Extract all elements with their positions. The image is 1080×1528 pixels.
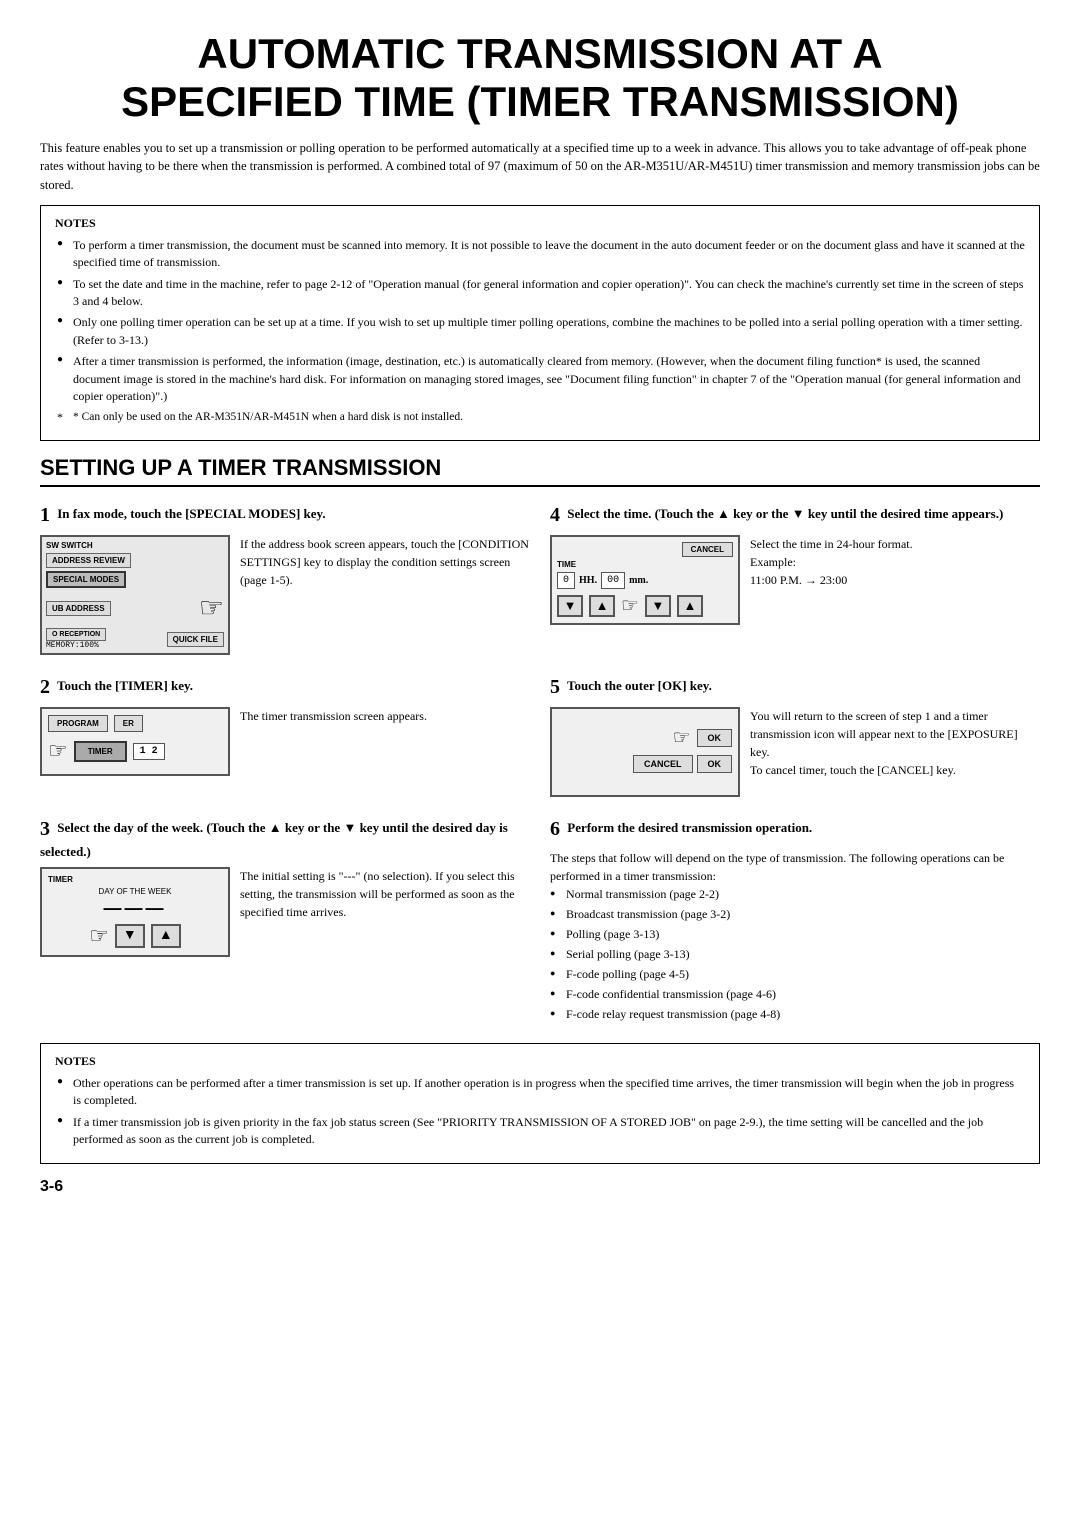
step-3-text: The initial setting is "---" (no selecti… — [240, 867, 530, 921]
up-arrow-btn[interactable]: ▲ — [589, 595, 615, 617]
list-item: Serial polling (page 3-13) — [550, 945, 1040, 963]
section-title: SETTING UP A TIMER TRANSMISSION — [40, 455, 1040, 487]
step-2-text: The timer transmission screen appears. — [240, 707, 530, 725]
step-2: 2 Touch the [TIMER] key. PROGRAM ER ☞ TI… — [40, 673, 530, 797]
dow-panel: TIMER DAY OF THE WEEK ——— ☞ ▼ ▲ — [40, 867, 230, 957]
hand-icon-3: ☞ — [48, 738, 68, 764]
bottom-note-item: Other operations can be performed after … — [55, 1075, 1025, 1110]
timer-panel: PROGRAM ER ☞ TIMER 1 2 — [40, 707, 230, 776]
intro-text: This feature enables you to set up a tra… — [40, 139, 1040, 195]
down-arrow-btn-2[interactable]: ▼ — [645, 595, 671, 617]
list-item: Normal transmission (page 2-2) — [550, 885, 1040, 903]
bottom-notes-list: Other operations can be performed after … — [55, 1075, 1025, 1149]
step-6-header: 6 Perform the desired transmission opera… — [550, 815, 1040, 843]
list-item: Broadcast transmission (page 3-2) — [550, 905, 1040, 923]
title-line2: SPECIFIED TIME (TIMER TRANSMISSION) — [121, 78, 959, 125]
step-5-body: ☞ OK CANCEL OK You will return to the sc… — [550, 707, 1040, 797]
step-4-panel: CANCEL TIME 0 HH. 00 mm. ▼ ▲ ☞ — [550, 535, 740, 625]
bottom-notes-title: NOTES — [55, 1054, 1025, 1069]
step-5: 5 Touch the outer [OK] key. ☞ OK CANCEL … — [550, 673, 1040, 797]
step-1-text: If the address book screen appears, touc… — [240, 535, 530, 589]
hand-icon: ☞ — [199, 591, 224, 625]
fax-panel: SW SWITCH ADDRESS REVIEW SPECIAL MODES U… — [40, 535, 230, 655]
dow-up-btn[interactable]: ▲ — [151, 924, 181, 948]
top-notes-title: NOTES — [55, 216, 1025, 231]
note-item: After a timer transmission is performed,… — [55, 353, 1025, 405]
step-2-header: 2 Touch the [TIMER] key. — [40, 673, 530, 701]
list-item: F-code relay request transmission (page … — [550, 1005, 1040, 1023]
note-item: To set the date and time in the machine,… — [55, 276, 1025, 311]
step-2-panel: PROGRAM ER ☞ TIMER 1 2 — [40, 707, 230, 776]
step-3: 3 Select the day of the week. (Touch the… — [40, 815, 530, 1025]
step-4-text: Select the time in 24-hour format.Exampl… — [750, 535, 1040, 589]
page-title: AUTOMATIC TRANSMISSION AT A SPECIFIED TI… — [40, 30, 1040, 127]
title-line1: AUTOMATIC TRANSMISSION AT A — [197, 30, 882, 77]
note-item: Only one polling timer operation can be … — [55, 314, 1025, 349]
bottom-note-item: If a timer transmission job is given pri… — [55, 1114, 1025, 1149]
steps-container: 1 In fax mode, touch the [SPECIAL MODES]… — [40, 501, 1040, 1043]
step-4-header: 4 Select the time. (Touch the ▲ key or t… — [550, 501, 1040, 529]
note-sub-item: * Can only be used on the AR-M351N/AR-M4… — [55, 409, 1025, 426]
hand-icon-5: ☞ — [89, 923, 109, 949]
hand-icon-2: ☞ — [621, 593, 639, 618]
step-5-panel: ☞ OK CANCEL OK — [550, 707, 740, 797]
list-item: F-code polling (page 4-5) — [550, 965, 1040, 983]
step-6: 6 Perform the desired transmission opera… — [550, 815, 1040, 1025]
step-2-body: PROGRAM ER ☞ TIMER 1 2 The timer transmi… — [40, 707, 530, 776]
cancel-time-panel: CANCEL TIME 0 HH. 00 mm. ▼ ▲ ☞ — [550, 535, 740, 625]
step-3-header: 3 Select the day of the week. (Touch the… — [40, 815, 530, 861]
step-1-body: SW SWITCH ADDRESS REVIEW SPECIAL MODES U… — [40, 535, 530, 655]
page-number: 3-6 — [40, 1178, 1040, 1196]
step-5-text: You will return to the screen of step 1 … — [750, 707, 1040, 779]
note-item: To perform a timer transmission, the doc… — [55, 237, 1025, 272]
bottom-notes-box: NOTES Other operations can be performed … — [40, 1043, 1040, 1164]
up-arrow-btn-2[interactable]: ▲ — [677, 595, 703, 617]
step-1: 1 In fax mode, touch the [SPECIAL MODES]… — [40, 501, 530, 655]
step-4: 4 Select the time. (Touch the ▲ key or t… — [550, 501, 1040, 655]
step-6-content: The steps that follow will depend on the… — [550, 849, 1040, 1023]
top-notes-list: To perform a timer transmission, the doc… — [55, 237, 1025, 426]
ok-panel: ☞ OK CANCEL OK — [550, 707, 740, 797]
step-5-header: 5 Touch the outer [OK] key. — [550, 673, 1040, 701]
step-1-panel: SW SWITCH ADDRESS REVIEW SPECIAL MODES U… — [40, 535, 230, 655]
top-notes-box: NOTES To perform a timer transmission, t… — [40, 205, 1040, 441]
step-3-panel: TIMER DAY OF THE WEEK ——— ☞ ▼ ▲ — [40, 867, 230, 957]
down-arrow-btn[interactable]: ▼ — [557, 595, 583, 617]
step-4-body: CANCEL TIME 0 HH. 00 mm. ▼ ▲ ☞ — [550, 535, 1040, 625]
step-6-list: Normal transmission (page 2-2) Broadcast… — [550, 885, 1040, 1023]
hand-icon-4: ☞ — [673, 725, 691, 750]
dow-down-btn[interactable]: ▼ — [115, 924, 145, 948]
list-item: F-code confidential transmission (page 4… — [550, 985, 1040, 1003]
step-1-header: 1 In fax mode, touch the [SPECIAL MODES]… — [40, 501, 530, 529]
list-item: Polling (page 3-13) — [550, 925, 1040, 943]
step-3-body: TIMER DAY OF THE WEEK ——— ☞ ▼ ▲ The init… — [40, 867, 530, 957]
